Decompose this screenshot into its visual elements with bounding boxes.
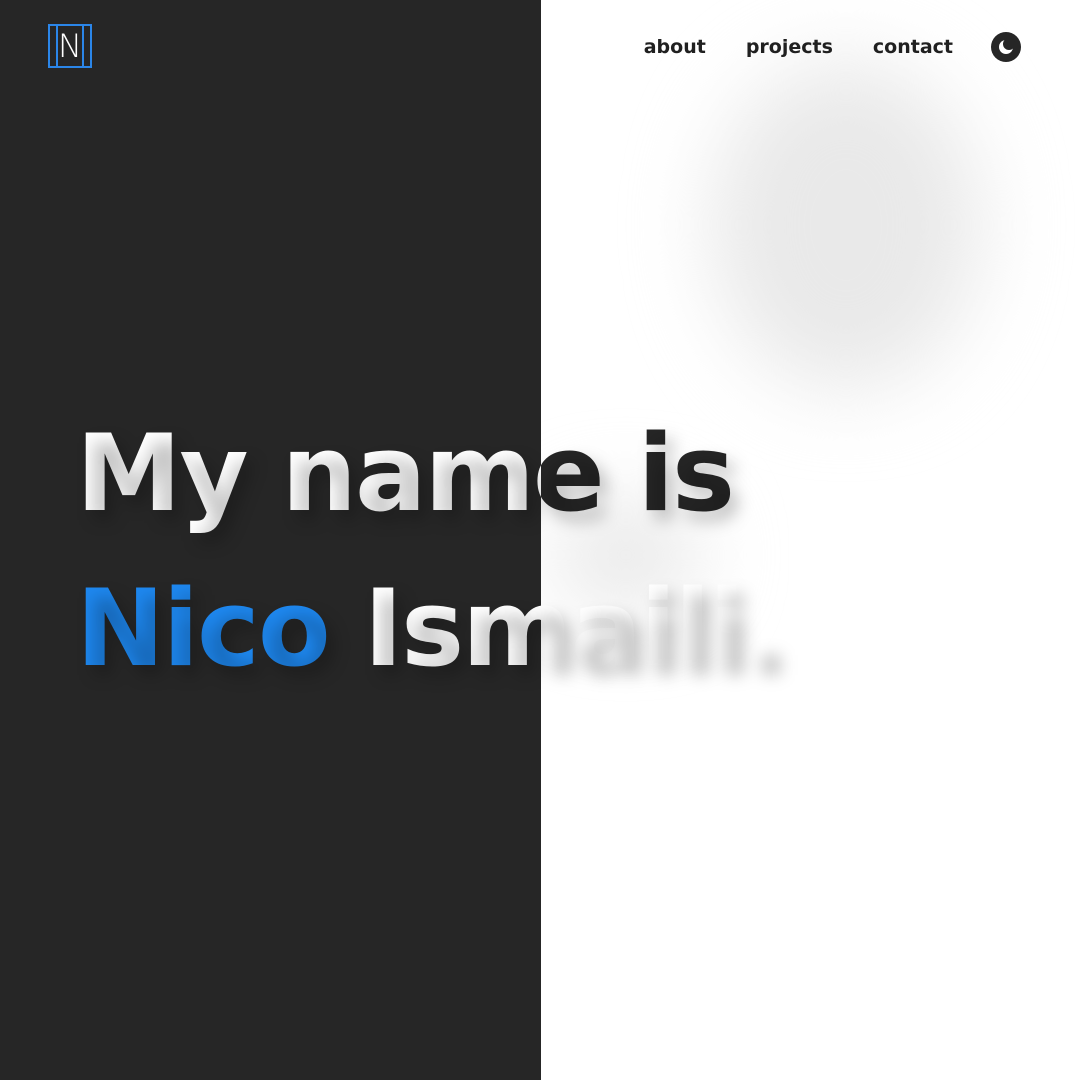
site-logo[interactable]: N <box>48 24 92 68</box>
logo-letter: N <box>58 27 82 65</box>
hero-line-1: My name is <box>76 396 1016 551</box>
background-shadow <box>711 60 981 390</box>
nav-link-contact[interactable]: contact <box>873 30 953 64</box>
hero-first-name: Nico <box>76 567 331 690</box>
nav-link-about[interactable]: about <box>644 30 706 64</box>
hero-line-2: Nico Ismaili. <box>76 551 1016 706</box>
moon-icon-cutout <box>1003 38 1015 50</box>
theme-toggle-button[interactable] <box>991 32 1021 62</box>
hero-heading: My name is Nico Ismaili. My name is Nico… <box>76 396 1016 706</box>
main-nav: about projects contact <box>644 30 1021 64</box>
nav-link-projects[interactable]: projects <box>746 30 833 64</box>
hero-last-name: Ismaili. <box>363 567 784 690</box>
